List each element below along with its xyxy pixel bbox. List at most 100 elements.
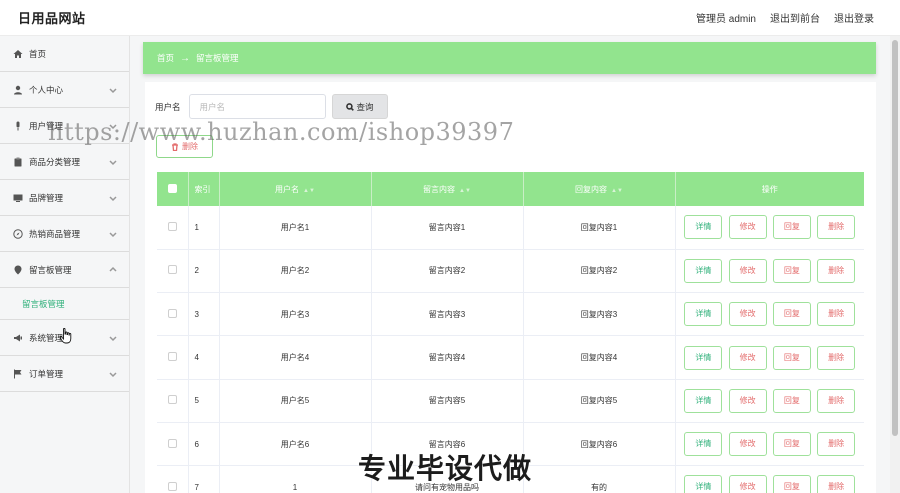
row-reply: 回复内容4 xyxy=(523,335,676,380)
edit-button[interactable]: 修改 xyxy=(728,345,767,370)
search-label: 用户名 xyxy=(155,101,181,112)
reply-button[interactable]: 回复 xyxy=(772,258,811,283)
row-checkbox[interactable] xyxy=(167,481,177,491)
username-search-input[interactable] xyxy=(188,94,326,119)
row-checkbox[interactable] xyxy=(167,265,177,275)
edit-button[interactable]: 修改 xyxy=(728,432,767,457)
page-scrollbar[interactable] xyxy=(890,36,900,493)
sidebar-item-users[interactable]: 用户管理 xyxy=(0,108,129,144)
message-header[interactable]: 留言内容 ▲▼ xyxy=(371,172,524,206)
delete-row-button[interactable]: 删除 xyxy=(817,475,856,493)
sort-icon[interactable]: ▲▼ xyxy=(611,188,623,194)
row-checkbox[interactable] xyxy=(167,221,177,231)
delete-row-button[interactable]: 删除 xyxy=(817,432,856,457)
delete-row-button[interactable]: 删除 xyxy=(817,302,856,327)
reply-button[interactable]: 回复 xyxy=(772,432,811,457)
delete-row-button[interactable]: 删除 xyxy=(817,388,856,413)
chevron-down-icon xyxy=(109,334,117,342)
row-select-cell[interactable] xyxy=(157,422,189,467)
actions-header: 操作 xyxy=(675,172,864,206)
select-all-checkbox[interactable] xyxy=(167,183,177,193)
row-message: 请问有宠物用品吗 xyxy=(371,465,524,493)
reply-button[interactable]: 回复 xyxy=(772,388,811,413)
row-index: 5 xyxy=(188,379,220,423)
chevron-down-icon xyxy=(109,230,117,238)
compass-icon xyxy=(12,228,23,239)
sidebar-item-label: 品牌管理 xyxy=(29,192,64,203)
sidebar-item-categories[interactable]: 商品分类管理 xyxy=(0,144,129,180)
delete-row-button[interactable]: 删除 xyxy=(817,215,856,240)
exit-to-front-link[interactable]: 退出到前台 xyxy=(770,10,820,25)
sidebar-item-hot-products[interactable]: 热销商品管理 xyxy=(0,216,129,252)
search-bar: 用户名 查询 xyxy=(155,94,388,119)
detail-button[interactable]: 详情 xyxy=(684,432,723,457)
edit-button[interactable]: 修改 xyxy=(728,475,767,493)
row-checkbox[interactable] xyxy=(167,438,177,448)
reply-header-label: 回复内容 xyxy=(575,184,608,194)
row-select-cell[interactable] xyxy=(157,465,189,493)
row-select-cell[interactable] xyxy=(157,292,189,337)
detail-button[interactable]: 详情 xyxy=(684,258,723,283)
row-actions: 详情 修改 回复 删除 xyxy=(675,379,864,423)
row-select-cell[interactable] xyxy=(157,335,189,380)
megaphone-icon xyxy=(12,332,23,343)
sort-icon[interactable]: ▲▼ xyxy=(303,188,315,194)
row-index: 3 xyxy=(188,292,220,337)
username-header[interactable]: 用户名 ▲▼ xyxy=(219,172,372,206)
table-row: 3 用户名3 留言内容3 回复内容3 详情 修改 回复 删除 xyxy=(157,292,864,337)
row-message: 留言内容2 xyxy=(371,249,524,294)
reply-button[interactable]: 回复 xyxy=(772,302,811,327)
scrollbar-thumb[interactable] xyxy=(892,40,898,436)
search-button[interactable]: 查询 xyxy=(331,94,388,119)
select-all-header[interactable] xyxy=(157,172,189,206)
index-header-label: 索引 xyxy=(194,184,211,194)
row-message: 留言内容1 xyxy=(371,206,524,250)
submenu-item-message-board[interactable]: 留言板管理 xyxy=(0,288,129,320)
reply-button[interactable]: 回复 xyxy=(772,475,811,493)
row-select-cell[interactable] xyxy=(157,249,189,294)
chevron-down-icon xyxy=(109,86,117,94)
edit-button[interactable]: 修改 xyxy=(728,215,767,240)
breadcrumb-home[interactable]: 首页 xyxy=(157,52,174,64)
sidebar-item-brands[interactable]: 品牌管理 xyxy=(0,180,129,216)
sidebar-item-message-board[interactable]: 留言板管理 xyxy=(0,252,129,288)
detail-button[interactable]: 详情 xyxy=(684,345,723,370)
clipboard-icon xyxy=(12,156,23,167)
table-row: 5 用户名5 留言内容5 回复内容5 详情 修改 回复 删除 xyxy=(157,379,864,423)
detail-button[interactable]: 详情 xyxy=(684,302,723,327)
row-actions: 详情 修改 回复 删除 xyxy=(675,422,864,467)
row-checkbox[interactable] xyxy=(167,308,177,318)
chevron-down-icon xyxy=(109,122,117,130)
row-message: 留言内容5 xyxy=(371,379,524,423)
table-row: 6 用户名6 留言内容6 回复内容6 详情 修改 回复 删除 xyxy=(157,422,864,467)
row-index: 1 xyxy=(188,206,220,250)
sidebar-item-profile[interactable]: 个人中心 xyxy=(0,72,129,108)
row-username: 1 xyxy=(219,465,372,493)
edit-button[interactable]: 修改 xyxy=(728,258,767,283)
reply-button[interactable]: 回复 xyxy=(772,215,811,240)
logout-link[interactable]: 退出登录 xyxy=(834,10,874,25)
row-checkbox[interactable] xyxy=(167,352,177,362)
detail-button[interactable]: 详情 xyxy=(684,388,723,413)
breadcrumb-current: 留言板管理 xyxy=(196,53,239,63)
row-checkbox[interactable] xyxy=(167,395,177,405)
sort-icon[interactable]: ▲▼ xyxy=(459,188,471,194)
batch-delete-button[interactable]: 删除 xyxy=(156,135,213,158)
sidebar-item-label: 订单管理 xyxy=(29,368,64,379)
edit-button[interactable]: 修改 xyxy=(728,302,767,327)
message-header-label: 留言内容 xyxy=(423,184,456,194)
sidebar-item-orders[interactable]: 订单管理 xyxy=(0,356,129,392)
detail-button[interactable]: 详情 xyxy=(684,475,723,493)
edit-button[interactable]: 修改 xyxy=(728,388,767,413)
reply-header[interactable]: 回复内容 ▲▼ xyxy=(523,172,676,206)
delete-row-button[interactable]: 删除 xyxy=(817,345,856,370)
row-select-cell[interactable] xyxy=(157,206,189,250)
sidebar-item-home[interactable]: 首页 xyxy=(0,36,129,72)
row-index: 6 xyxy=(188,422,220,467)
home-icon xyxy=(12,48,23,59)
detail-button[interactable]: 详情 xyxy=(684,215,723,240)
reply-button[interactable]: 回复 xyxy=(772,345,811,370)
row-reply: 回复内容3 xyxy=(523,292,676,337)
delete-row-button[interactable]: 删除 xyxy=(817,258,856,283)
row-select-cell[interactable] xyxy=(157,379,189,423)
